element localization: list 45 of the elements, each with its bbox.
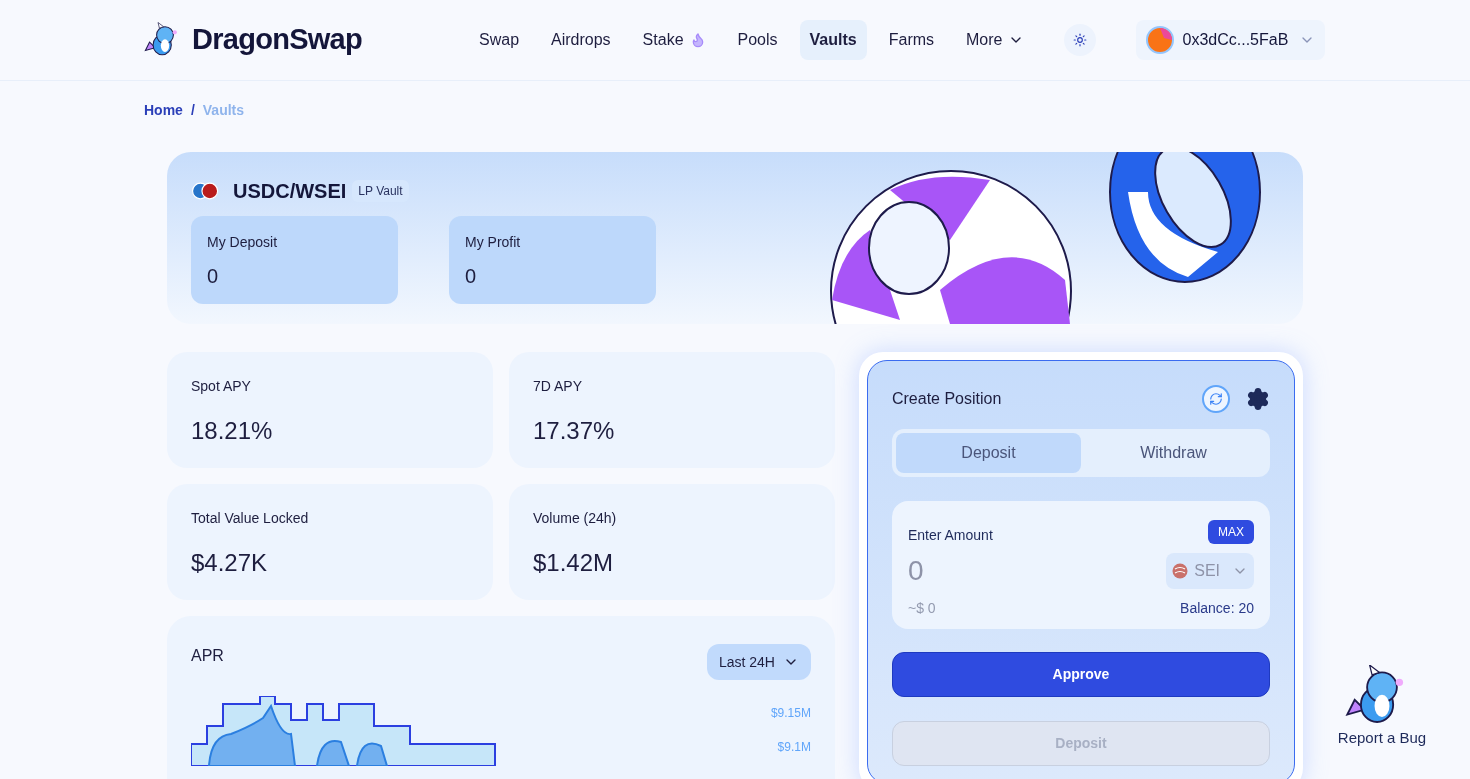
amount-input[interactable]: 0 [907,550,1108,592]
summary-value: 0 [465,264,478,289]
nav-tab[interactable]: Farms [878,20,945,60]
stat-label: Spot APY [191,377,252,396]
panel-title: Create Position [891,389,1002,409]
stat-value: $4.27K [191,548,269,578]
usd-value: ~$ 0 [907,599,936,618]
stat-label: Total Value Locked [191,509,310,528]
nav-tab[interactable]: Pools [727,20,788,60]
stat-label: Volume (24h) [532,509,618,528]
report-bug-button[interactable]: Report a Bug [1336,665,1428,750]
summary-value: 0 [207,264,220,289]
mode-tab[interactable]: Deposit [895,433,1081,473]
refresh-button[interactable] [1202,385,1230,413]
nav-tab[interactable]: Swap [469,20,530,60]
mode-tab[interactable]: Withdraw [1081,433,1266,473]
axis-label: $9.15M [770,705,811,722]
range-dropdown[interactable]: Last 24H [706,644,811,680]
nav-tab[interactable]: Stake [632,20,716,60]
amount-label: Enter Amount [907,526,993,545]
pair-name: USDC/WSEI [233,179,347,204]
action-button[interactable]: Approve [891,652,1270,697]
breadcrumb-separator: / [190,101,195,120]
stat-value: $1.42M [532,548,615,578]
nav-tab[interactable]: Airdrops [541,20,621,60]
theme-toggle[interactable] [1064,24,1097,56]
axis-label: $9.1M [777,739,811,756]
balance-text: Balance: 20 [1180,599,1254,618]
stat-value: 18.21% [191,416,274,446]
vault-badge: LP Vault [352,180,409,202]
nav-tab[interactable]: More [956,20,1035,60]
nav-tab[interactable]: Vaults [799,20,867,60]
breadcrumb-link[interactable]: Home [144,100,183,121]
logo-text[interactable]: DragonSwap [192,18,362,62]
summary-label: My Deposit [207,233,279,252]
refresh-icon [1209,392,1223,406]
sun-icon [1073,33,1088,47]
sei-token-icon [1172,563,1189,579]
stat-value: 17.37% [532,416,616,446]
wallet-button[interactable]: 0x3dCc...5FaB [1136,20,1326,60]
apr-title: APR [191,646,224,666]
max-button[interactable]: MAX [1208,519,1254,544]
wallet-avatar-icon [1146,26,1175,54]
stat-label: 7D APY [532,377,583,396]
summary-label: My Profit [465,233,522,252]
